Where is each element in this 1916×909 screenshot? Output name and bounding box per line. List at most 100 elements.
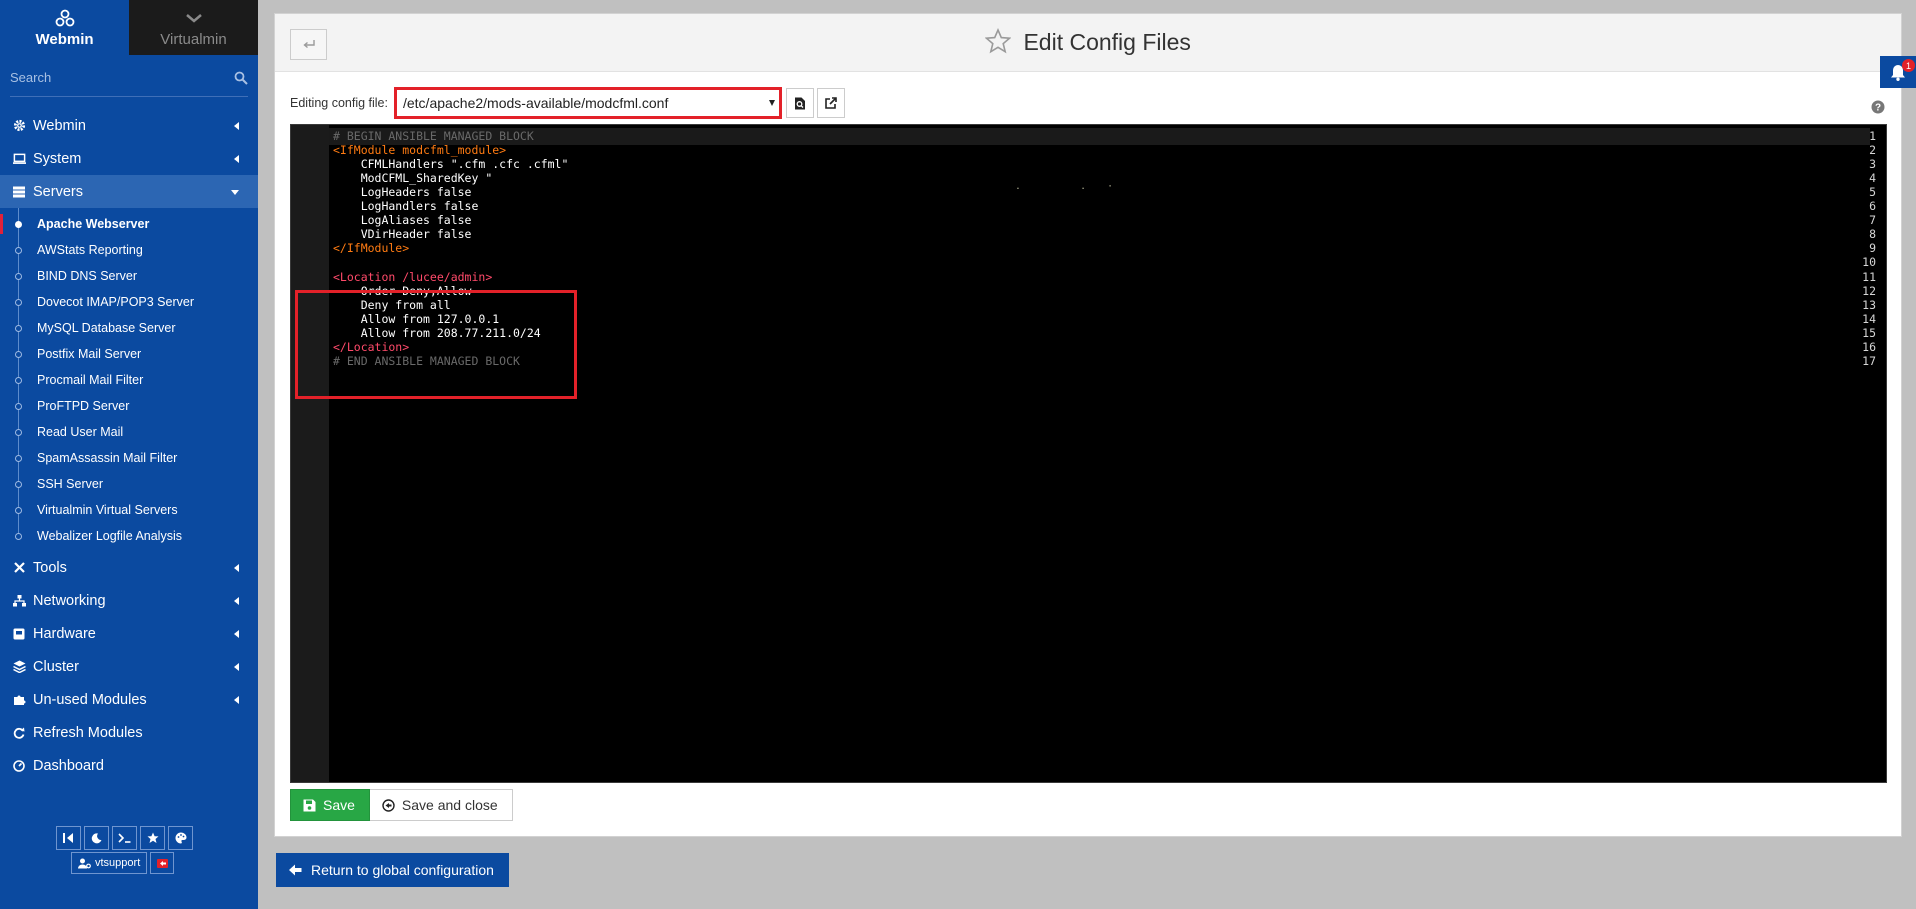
bullet-icon xyxy=(15,351,22,358)
sidebar-menu: Webmin System Servers Apache Webserver A… xyxy=(0,109,258,782)
user-button[interactable]: vtsupport xyxy=(71,852,148,874)
save-button[interactable]: Save xyxy=(290,789,370,821)
editor-gutter xyxy=(291,125,329,782)
bullet-icon xyxy=(15,403,22,410)
sidebar-item-dashboard[interactable]: Dashboard xyxy=(0,749,258,782)
sidebar-item-procmail[interactable]: Procmail Mail Filter xyxy=(0,367,258,393)
tab-virtualmin[interactable]: Virtualmin xyxy=(129,0,258,55)
sidebar-item-webalizer[interactable]: Webalizer Logfile Analysis xyxy=(0,523,258,549)
code-line: Deny from all xyxy=(333,297,451,312)
night-mode-button[interactable] xyxy=(84,826,109,850)
sub-item-label: MySQL Database Server xyxy=(37,321,176,335)
sidebar-item-awstats-reporting[interactable]: AWStats Reporting xyxy=(0,237,258,263)
tab-webmin-label: Webmin xyxy=(35,30,94,48)
sub-item-label: ProFTPD Server xyxy=(37,399,130,413)
sidebar-item-bind-dns-server[interactable]: BIND DNS Server xyxy=(0,263,258,289)
sidebar-item-label: Dashboard xyxy=(33,757,104,774)
monitor-icon xyxy=(12,152,26,166)
line-number: 9 xyxy=(1869,241,1876,256)
collapse-icon xyxy=(63,833,73,843)
view-file-button[interactable] xyxy=(785,88,814,118)
code-line: # BEGIN ANSIBLE MANAGED BLOCK xyxy=(333,129,534,143)
sidebar-item-webmin[interactable]: Webmin xyxy=(0,109,258,142)
caret-left-icon xyxy=(234,630,239,638)
code-line: CFMLHandlers ".cfm .cfc .cfml" xyxy=(333,157,569,172)
sidebar-item-virtualmin-virtual-servers[interactable]: Virtualmin Virtual Servers xyxy=(0,497,258,523)
sidebar-item-label: Servers xyxy=(33,183,83,200)
page-title-text: Edit Config Files xyxy=(1023,29,1191,55)
sidebar-item-hardware[interactable]: Hardware xyxy=(0,617,258,650)
sidebar-item-label: Hardware xyxy=(33,625,96,642)
sidebar-item-unused-modules[interactable]: Un-used Modules xyxy=(0,683,258,716)
sidebar-item-label: System xyxy=(33,150,82,167)
line-number: 3 xyxy=(1869,157,1876,172)
bullet-icon xyxy=(15,507,22,514)
sidebar-item-label: Cluster xyxy=(33,658,79,675)
return-to-global-config-button[interactable]: Return to global configuration xyxy=(276,853,509,887)
line-number: 13 xyxy=(1862,297,1876,312)
tab-webmin[interactable]: Webmin xyxy=(0,0,129,55)
sidebar-item-postfix[interactable]: Postfix Mail Server xyxy=(0,341,258,367)
sub-item-label: Read User Mail xyxy=(37,425,124,439)
sidebar-item-servers[interactable]: Servers xyxy=(0,175,258,208)
line-number: 7 xyxy=(1869,213,1876,228)
caret-down-icon xyxy=(768,100,775,106)
favorite-star-icon[interactable] xyxy=(985,28,1012,54)
file-search-icon xyxy=(794,97,805,109)
sidebar-item-ssh-server[interactable]: SSH Server xyxy=(0,471,258,497)
code-editor[interactable]: 1 2 3 4 5 6 7 8 9 10 11 12 13 14 15 16 17 # BEGIN ANSIBL… xyxy=(290,124,1887,783)
code-line: # END ANSIBLE MANAGED BLOCK xyxy=(333,353,520,368)
sub-item-label: Procmail Mail Filter xyxy=(37,373,144,387)
sidebar-item-tools[interactable]: Tools xyxy=(0,551,258,584)
star-icon xyxy=(147,832,158,843)
terminal-button[interactable] xyxy=(112,826,137,850)
save-and-close-button[interactable]: Save and close xyxy=(369,789,513,821)
sidebar-item-networking[interactable]: Networking xyxy=(0,584,258,617)
line-number: 15 xyxy=(1862,325,1876,340)
brand-tabs: Webmin Virtualmin xyxy=(0,0,258,55)
sidebar-item-read-user-mail[interactable]: Read User Mail xyxy=(0,419,258,445)
moon-icon xyxy=(91,832,102,843)
hardware-icon xyxy=(12,627,26,641)
notifications-button[interactable]: 1 xyxy=(1880,56,1916,88)
line-number: 14 xyxy=(1862,311,1876,326)
sidebar-item-refresh-modules[interactable]: Refresh Modules xyxy=(0,716,258,749)
bullet-icon xyxy=(15,221,22,228)
sub-item-label: Webalizer Logfile Analysis xyxy=(37,529,182,543)
collapse-button[interactable] xyxy=(56,826,81,850)
sidebar-item-label: Webmin xyxy=(33,117,86,134)
terminal-icon xyxy=(118,833,131,843)
logout-button[interactable] xyxy=(150,852,175,874)
favorites-button[interactable] xyxy=(140,826,165,850)
sidebar-item-apache-webserver[interactable]: Apache Webserver xyxy=(0,211,258,237)
servers-submenu: Apache Webserver AWStats Reporting BIND … xyxy=(0,208,258,551)
bullet-icon xyxy=(15,247,22,254)
sidebar-item-spamassassin[interactable]: SpamAssassin Mail Filter xyxy=(0,445,258,471)
sidebar-item-proftpd[interactable]: ProFTPD Server xyxy=(0,393,258,419)
code-line: LogHeaders false xyxy=(333,185,472,200)
search-icon[interactable] xyxy=(234,71,248,85)
code-line: LogHandlers false xyxy=(333,199,479,214)
puzzle-icon xyxy=(12,693,26,707)
refresh-icon xyxy=(12,726,26,740)
config-file-select[interactable]: /etc/apache2/mods-available/modcfml.conf xyxy=(393,87,782,119)
theme-button[interactable] xyxy=(168,826,193,850)
line-number: 10 xyxy=(1862,255,1876,270)
sub-item-label: BIND DNS Server xyxy=(37,269,138,283)
line-number: 11 xyxy=(1862,269,1876,284)
search-input[interactable] xyxy=(10,70,234,85)
open-external-button[interactable] xyxy=(816,88,845,118)
bullet-icon xyxy=(15,429,22,436)
palette-icon xyxy=(175,832,186,844)
code-line: Allow from 127.0.0.1 xyxy=(333,311,500,326)
sidebar-item-cluster[interactable]: Cluster xyxy=(0,650,258,683)
line-number: 16 xyxy=(1862,339,1876,354)
user-cog-icon xyxy=(78,858,91,868)
sidebar-item-mysql[interactable]: MySQL Database Server xyxy=(0,315,258,341)
bullet-icon xyxy=(15,325,22,332)
sidebar-item-system[interactable]: System xyxy=(0,142,258,175)
help-icon[interactable]: ? xyxy=(1871,100,1885,114)
bullet-icon xyxy=(15,455,22,462)
caret-left-icon xyxy=(234,122,239,130)
sidebar-item-dovecot[interactable]: Dovecot IMAP/POP3 Server xyxy=(0,289,258,315)
